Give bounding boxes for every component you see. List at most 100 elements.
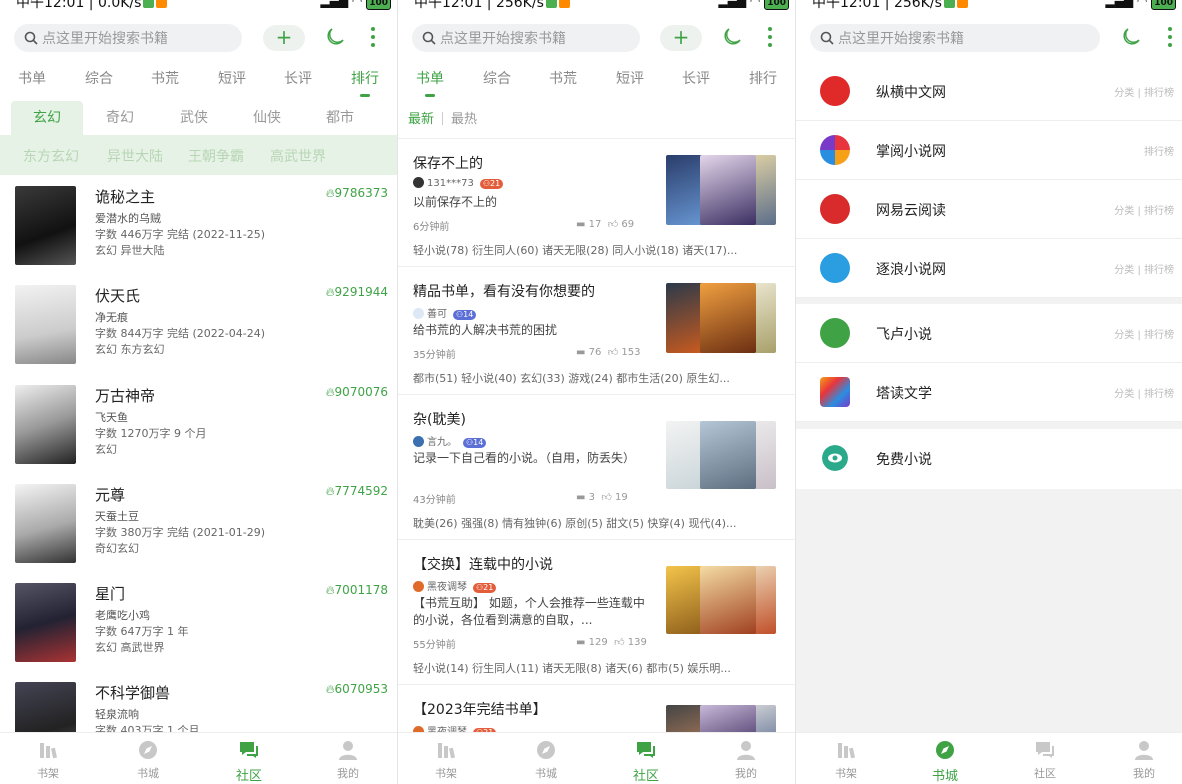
site-links[interactable]: 分类 | 排行榜 <box>1114 202 1174 217</box>
booklist-card[interactable]: 【交换】连载中的小说 黑夜调琴 ⚇21 【书荒互助】 如题，个人会推荐一些连载中的… <box>398 539 795 685</box>
status-bar: 中午12:01 | 256K/s ▂▄▆ ◠ 100 <box>398 0 795 12</box>
book-item[interactable]: 元尊 天蚕土豆 字数 380万字 完结 (2021-01-29) 奇幻玄幻 🔥︎… <box>0 470 397 569</box>
nav-community[interactable]: 社区 <box>616 739 676 784</box>
nav-bookshelf[interactable]: 书架 <box>18 739 78 781</box>
search-placeholder: 点这里开始搜索书籍 <box>440 31 566 47</box>
nav-bookstore[interactable]: 书城 <box>516 739 576 781</box>
night-mode-icon[interactable] <box>1120 26 1142 48</box>
booklist-title: 【交换】连载中的小说 <box>413 557 553 573</box>
sort-hottest[interactable]: 最热 <box>451 112 477 127</box>
nav-label: 书城 <box>535 767 557 780</box>
bottom-nav: 书架 书城 社区 我的 <box>796 732 1182 784</box>
site-item-wangyi[interactable]: 网易云阅读 分类 | 排行榜 <box>796 180 1182 239</box>
book-item[interactable]: 诡秘之主 爱潜水的乌贼 字数 446万字 完结 (2022-11-25) 玄幻 … <box>0 172 397 271</box>
book-tags: 玄幻 高武世界 <box>95 641 165 654</box>
user-name: 131***73 <box>427 178 474 189</box>
booklist-card[interactable]: 杂(耽美) 言九。 ⚇14 记录一下自己看的小说。（自用，防丢失） 43分钟前 ▬… <box>398 394 795 540</box>
more-menu-icon[interactable] <box>370 27 376 47</box>
site-links[interactable]: 排行榜 <box>1144 143 1174 158</box>
booklist-title: 【2023年完结书单】 <box>413 702 547 718</box>
booklist-stats: ▬ 76 👍︎ 153 <box>576 346 640 358</box>
tab-long-review[interactable]: 长评 <box>682 68 710 88</box>
nav-community[interactable]: 社区 <box>1015 739 1075 781</box>
person-icon <box>339 741 357 760</box>
chat-icon <box>637 742 655 758</box>
search-input[interactable]: 点这里开始搜索书籍 <box>412 24 640 52</box>
night-mode-icon[interactable] <box>324 26 346 48</box>
book-tags: 奇幻玄幻 <box>95 542 139 555</box>
book-item[interactable]: 星门 老鹰吃小鸡 字数 647万字 1 年 玄幻 高武世界 🔥︎7001178 <box>0 569 397 668</box>
site-links[interactable]: 分类 | 排行榜 <box>1114 84 1174 99</box>
booklist-user: 言九。 ⚇14 <box>413 433 487 448</box>
genre-xuanhuan[interactable]: 玄幻 <box>11 101 83 135</box>
site-links[interactable]: 分类 | 排行榜 <box>1114 326 1174 341</box>
tab-book-shortage[interactable]: 书荒 <box>151 68 179 88</box>
tab-booklist[interactable]: 书单 <box>18 68 46 88</box>
compass-icon <box>139 741 157 759</box>
site-item-zongheng[interactable]: 纵横中文网 分类 | 排行榜 <box>796 62 1182 121</box>
book-item[interactable]: 万古神帝 飞天鱼 字数 1270万字 9 个月 玄幻 🔥︎9070076 <box>0 371 397 470</box>
more-menu-icon[interactable] <box>1167 27 1173 47</box>
book-meta: 字数 647万字 1 年 <box>95 625 189 638</box>
nav-community[interactable]: 社区 <box>219 739 279 784</box>
tab-ranking[interactable]: 排行 <box>351 68 379 97</box>
subgenre-item[interactable]: 东方玄幻 <box>23 146 79 166</box>
booklist-covers <box>666 283 776 353</box>
tab-long-review[interactable]: 长评 <box>284 68 312 88</box>
booklist-covers <box>666 421 776 489</box>
sort-newest[interactable]: 最新 <box>408 112 434 127</box>
avatar <box>413 308 424 319</box>
booklist-time: 35分钟前 <box>413 350 456 361</box>
tab-book-shortage[interactable]: 书荒 <box>549 68 577 88</box>
genre-wuxia[interactable]: 武侠 <box>158 101 230 135</box>
tab-short-review[interactable]: 短评 <box>218 68 246 88</box>
nav-profile[interactable]: 我的 <box>716 739 776 781</box>
site-name: 掌阅小说网 <box>876 144 946 160</box>
search-icon <box>422 31 436 45</box>
tab-ranking[interactable]: 排行 <box>749 68 777 88</box>
app-icon <box>156 0 168 8</box>
comment-icon: ▬ <box>576 637 586 648</box>
nav-bookshelf[interactable]: 书架 <box>816 739 876 781</box>
book-title: 万古神帝 <box>95 387 156 405</box>
site-item-zhulang[interactable]: 逐浪小说网 分类 | 排行榜 <box>796 239 1182 298</box>
add-button[interactable]: + <box>263 25 305 51</box>
night-mode-icon[interactable] <box>721 26 743 48</box>
search-placeholder: 点这里开始搜索书籍 <box>838 31 964 47</box>
comment-count: 17 <box>588 219 602 230</box>
genre-xianxia[interactable]: 仙侠 <box>231 101 303 135</box>
genre-qihuan[interactable]: 奇幻 <box>84 101 156 135</box>
book-meta: 字数 446万字 完结 (2022-11-25) <box>95 228 265 241</box>
tab-general[interactable]: 综合 <box>85 68 113 88</box>
site-links[interactable]: 分类 | 排行榜 <box>1114 261 1174 276</box>
book-item[interactable]: 伏天氏 净无痕 字数 844万字 完结 (2022-04-24) 玄幻 东方玄幻… <box>0 271 397 370</box>
more-menu-icon[interactable] <box>767 27 773 47</box>
booklist-card[interactable]: 保存不上的 131***73 ⚇21 以前保存不上的 6分钟前 ▬ 17 👍︎ 6… <box>398 138 795 267</box>
tab-booklist[interactable]: 书单 <box>416 68 444 97</box>
nav-profile[interactable]: 我的 <box>1114 739 1174 781</box>
genre-dushi[interactable]: 都市 <box>304 101 376 135</box>
nav-profile[interactable]: 我的 <box>318 739 378 781</box>
booklist-tags: 轻小说(14) 衍生同人(11) 诸天无限(8) 诸天(6) 都市(5) 娱乐明… <box>413 662 731 675</box>
nav-bookstore[interactable]: 书城 <box>118 739 178 781</box>
subgenre-item[interactable]: 异世大陆 <box>107 146 163 166</box>
tab-short-review[interactable]: 短评 <box>616 68 644 88</box>
person-icon <box>737 741 755 760</box>
subgenre-item[interactable]: 高武世界 <box>270 146 326 166</box>
nav-bookstore[interactable]: 书城 <box>915 739 975 784</box>
nav-bookshelf[interactable]: 书架 <box>416 739 476 781</box>
site-item-zhangyue[interactable]: 掌阅小说网 排行榜 <box>796 121 1182 180</box>
site-links[interactable]: 分类 | 排行榜 <box>1114 385 1174 400</box>
search-input[interactable]: 点这里开始搜索书籍 <box>14 24 242 52</box>
tab-general[interactable]: 综合 <box>483 68 511 88</box>
booklist-card[interactable]: 精品书单，看有没有你想要的 善可 ⚇14 给书荒的人解决书荒的困扰 35分钟前 ▬… <box>398 266 795 395</box>
booklist-time: 43分钟前 <box>413 495 456 506</box>
subgenre-item[interactable]: 王朝争霸 <box>188 146 244 166</box>
sort-bar: 最新 最热 <box>408 108 477 127</box>
site-item-feilu[interactable]: 飞卢小说 分类 | 排行榜 <box>796 304 1182 363</box>
signal-icon: ▂▄▆ ◠ <box>718 0 761 8</box>
add-button[interactable]: + <box>660 25 702 51</box>
site-item-tadu[interactable]: 塔读文学 分类 | 排行榜 <box>796 363 1182 422</box>
search-input[interactable]: 点这里开始搜索书籍 <box>810 24 1100 52</box>
site-item-free[interactable]: 免费小说 <box>796 429 1182 489</box>
